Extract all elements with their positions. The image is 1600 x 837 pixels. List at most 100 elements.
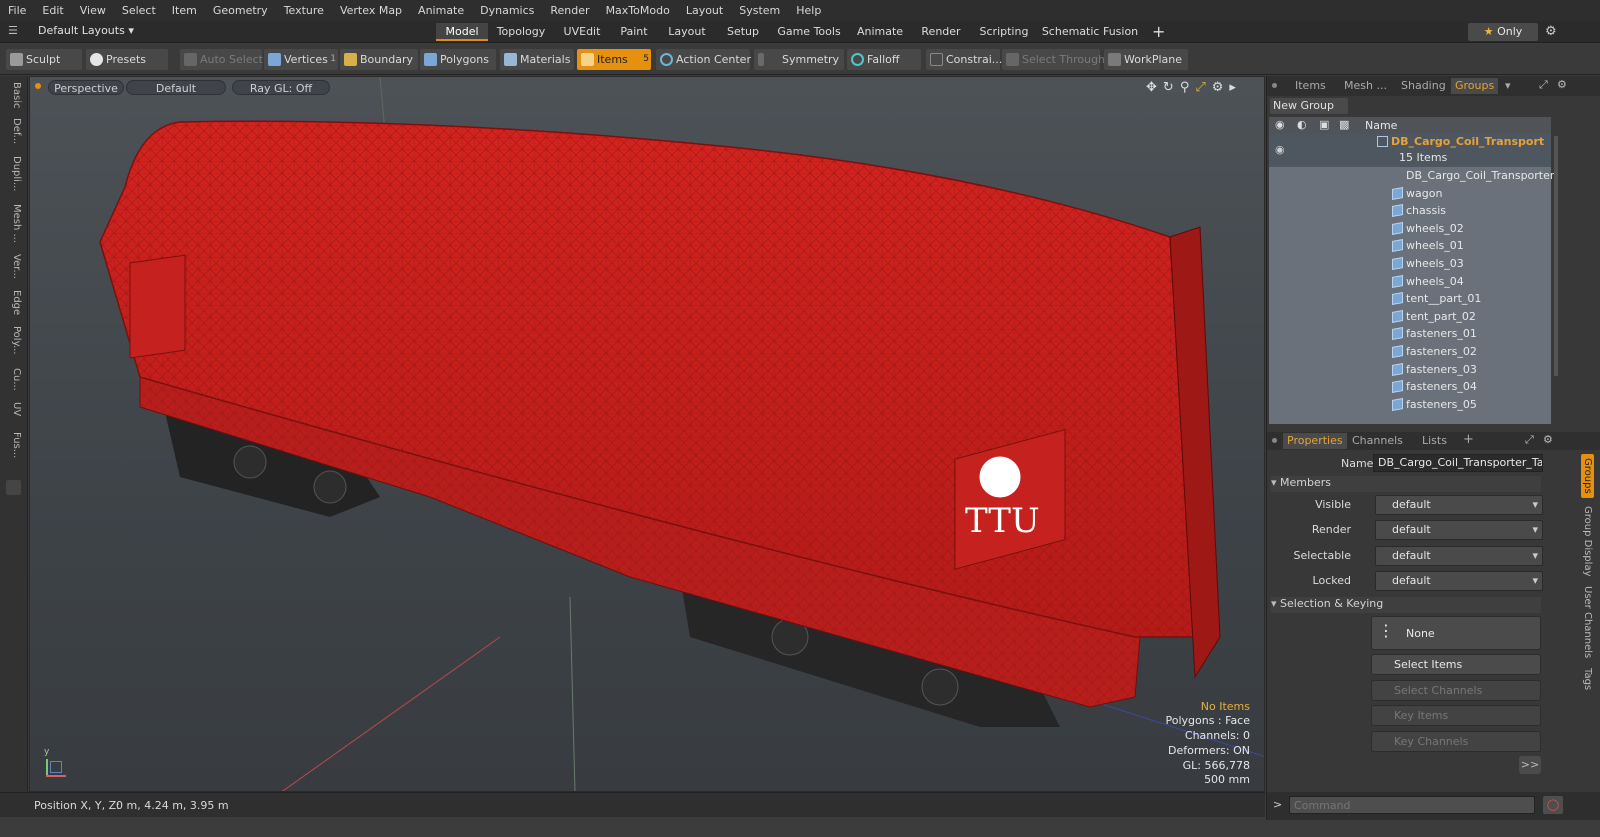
layouts-menu-icon[interactable]: ☰ [8,25,20,37]
side-tab-tags[interactable]: Tags [1582,668,1593,690]
side-tab-user-channels[interactable]: User Channels [1582,586,1593,658]
more-button[interactable]: >> [1519,756,1541,774]
tree-item[interactable]: wagon [1273,185,1553,203]
menu-texture[interactable]: Texture [276,4,332,17]
polygons-button[interactable]: Polygons [420,49,496,70]
selection-keying-header[interactable]: ▾ Selection & Keying [1271,597,1541,613]
left-tab-duplicate[interactable]: Dupli... [4,156,22,191]
menu-help[interactable]: Help [788,4,829,17]
tree-item[interactable]: wheels_02 [1273,220,1553,238]
falloff-button[interactable]: Falloff [847,49,921,70]
tree-item[interactable]: fasteners_05 [1273,396,1553,414]
workplane-button[interactable]: WorkPlane [1104,49,1188,70]
tree-item[interactable]: wheels_01 [1273,237,1553,255]
popout-icon[interactable]: ⤢ [1539,78,1548,92]
tab-animate[interactable]: Animate [850,23,910,41]
chevron-down-icon[interactable]: ▾ [1505,79,1511,92]
left-tab-edge[interactable]: Edge [4,290,22,315]
boundary-button[interactable]: Boundary [340,49,418,70]
left-tab-fusion[interactable]: Fus... [4,432,22,458]
members-section-header[interactable]: ▾ Members [1271,476,1541,492]
new-group-button[interactable]: New Group [1270,98,1348,114]
tab-topology[interactable]: Topology [491,23,551,41]
constraints-button[interactable]: Constrai... [926,49,1002,70]
record-icon[interactable]: ◯ [1543,796,1563,814]
auto-select-button[interactable]: Auto Select [180,49,263,70]
tree-item[interactable]: tent__part_01 [1273,290,1553,308]
vertices-button[interactable]: Vertices 1 [264,49,338,70]
action-center-button[interactable]: Action Center [656,49,751,70]
layouts-dropdown[interactable]: Default Layouts ▾ [38,24,134,37]
menu-view[interactable]: View [72,4,114,17]
tree-root[interactable]: ◉ DB_Cargo_Coil_Transport ... 15 Items [1269,134,1551,167]
add-tab-button[interactable]: + [1152,22,1165,41]
select-items-button[interactable]: Select Items [1371,654,1541,675]
left-tab-vertex[interactable]: Ver... [4,254,22,279]
tab-shading[interactable]: Shading [1401,78,1446,94]
tab-lists[interactable]: Lists [1422,433,1447,449]
tab-groups[interactable]: Groups [1451,78,1499,94]
side-tab-groups[interactable]: Groups [1581,454,1594,498]
tree-scrollbar[interactable] [1554,136,1558,376]
selectable-dropdown[interactable]: default ▾ [1375,546,1543,566]
left-tab-curve[interactable]: Cu... [4,368,22,391]
command-input[interactable] [1289,796,1535,814]
tab-render[interactable]: Render [913,23,969,41]
left-tab-mesh[interactable]: Mesh ... [4,204,22,243]
side-tab-group-display[interactable]: Group Display [1582,506,1593,576]
only-toggle[interactable]: ★ Only [1468,23,1538,41]
tab-channels[interactable]: Channels [1352,433,1403,449]
tab-properties[interactable]: Properties [1283,433,1347,449]
tree-item[interactable]: tent_part_02 [1273,308,1553,326]
gear-icon[interactable]: ⚙ [1545,24,1557,39]
left-tab-basic[interactable]: Basic [4,82,22,108]
none-selection-box[interactable]: ⋮ None [1371,616,1541,650]
tree-item[interactable]: DB_Cargo_Coil_Transporter ... [1273,167,1556,185]
tab-scripting[interactable]: Scripting [973,23,1035,41]
add-properties-tab-button[interactable]: + [1463,432,1474,448]
menu-select[interactable]: Select [114,4,164,17]
sculpt-button[interactable]: Sculpt [6,49,82,70]
menu-maxtomodo[interactable]: MaxToModo [598,4,678,17]
left-tab-polygon[interactable]: Poly... [4,326,22,355]
tab-setup[interactable]: Setup [718,23,768,41]
menu-vertex-map[interactable]: Vertex Map [332,4,410,17]
menu-item[interactable]: Item [164,4,205,17]
tree-item[interactable]: fasteners_03 [1273,361,1553,379]
menu-animate[interactable]: Animate [410,4,472,17]
3d-viewport[interactable]: Perspective Default Ray GL: Off ✥ ↻ ⚲ ⤢ … [29,76,1265,792]
symmetry-button[interactable]: Symmetry [754,49,844,70]
tab-items[interactable]: Items [1295,78,1326,94]
tree-item[interactable]: fasteners_01 [1273,325,1553,343]
tab-layout[interactable]: Layout [660,23,714,41]
tree-item[interactable]: wheels_03 [1273,255,1553,273]
tree-item[interactable]: chassis [1273,202,1553,220]
visible-dropdown[interactable]: default ▾ [1375,495,1543,515]
key-channels-button[interactable]: Key Channels [1371,731,1541,752]
menu-render[interactable]: Render [542,4,597,17]
menu-system[interactable]: System [731,4,788,17]
tree-item[interactable]: fasteners_04 [1273,378,1553,396]
materials-button[interactable]: Materials [500,49,574,70]
visibility-eye-icon[interactable]: ◉ [1275,143,1285,156]
tab-paint[interactable]: Paint [612,23,656,41]
presets-button[interactable]: Presets [86,49,168,70]
tree-item[interactable]: fasteners_02 [1273,343,1553,361]
left-tab-deform[interactable]: Def... [4,118,22,144]
menu-file[interactable]: File [0,4,34,17]
menu-dynamics[interactable]: Dynamics [472,4,542,17]
panel-gear-icon[interactable]: ⚙ [1543,433,1553,446]
tab-uvedit[interactable]: UVEdit [555,23,609,41]
tab-game-tools[interactable]: Game Tools [772,23,846,41]
tab-model[interactable]: Model [436,23,488,41]
menu-edit[interactable]: Edit [34,4,71,17]
panel-gear-icon[interactable]: ⚙ [1557,78,1567,91]
tree-item[interactable]: wheels_04 [1273,273,1553,291]
select-through-button[interactable]: Select Through [1002,49,1105,70]
key-items-button[interactable]: Key Items [1371,705,1541,726]
popout-icon[interactable]: ⤢ [1525,433,1534,447]
render-dropdown[interactable]: default ▾ [1375,520,1543,540]
tab-schematic-fusion[interactable]: Schematic Fusion [1040,23,1140,41]
select-channels-button[interactable]: Select Channels [1371,680,1541,701]
items-button[interactable]: Items 5 [577,49,651,70]
